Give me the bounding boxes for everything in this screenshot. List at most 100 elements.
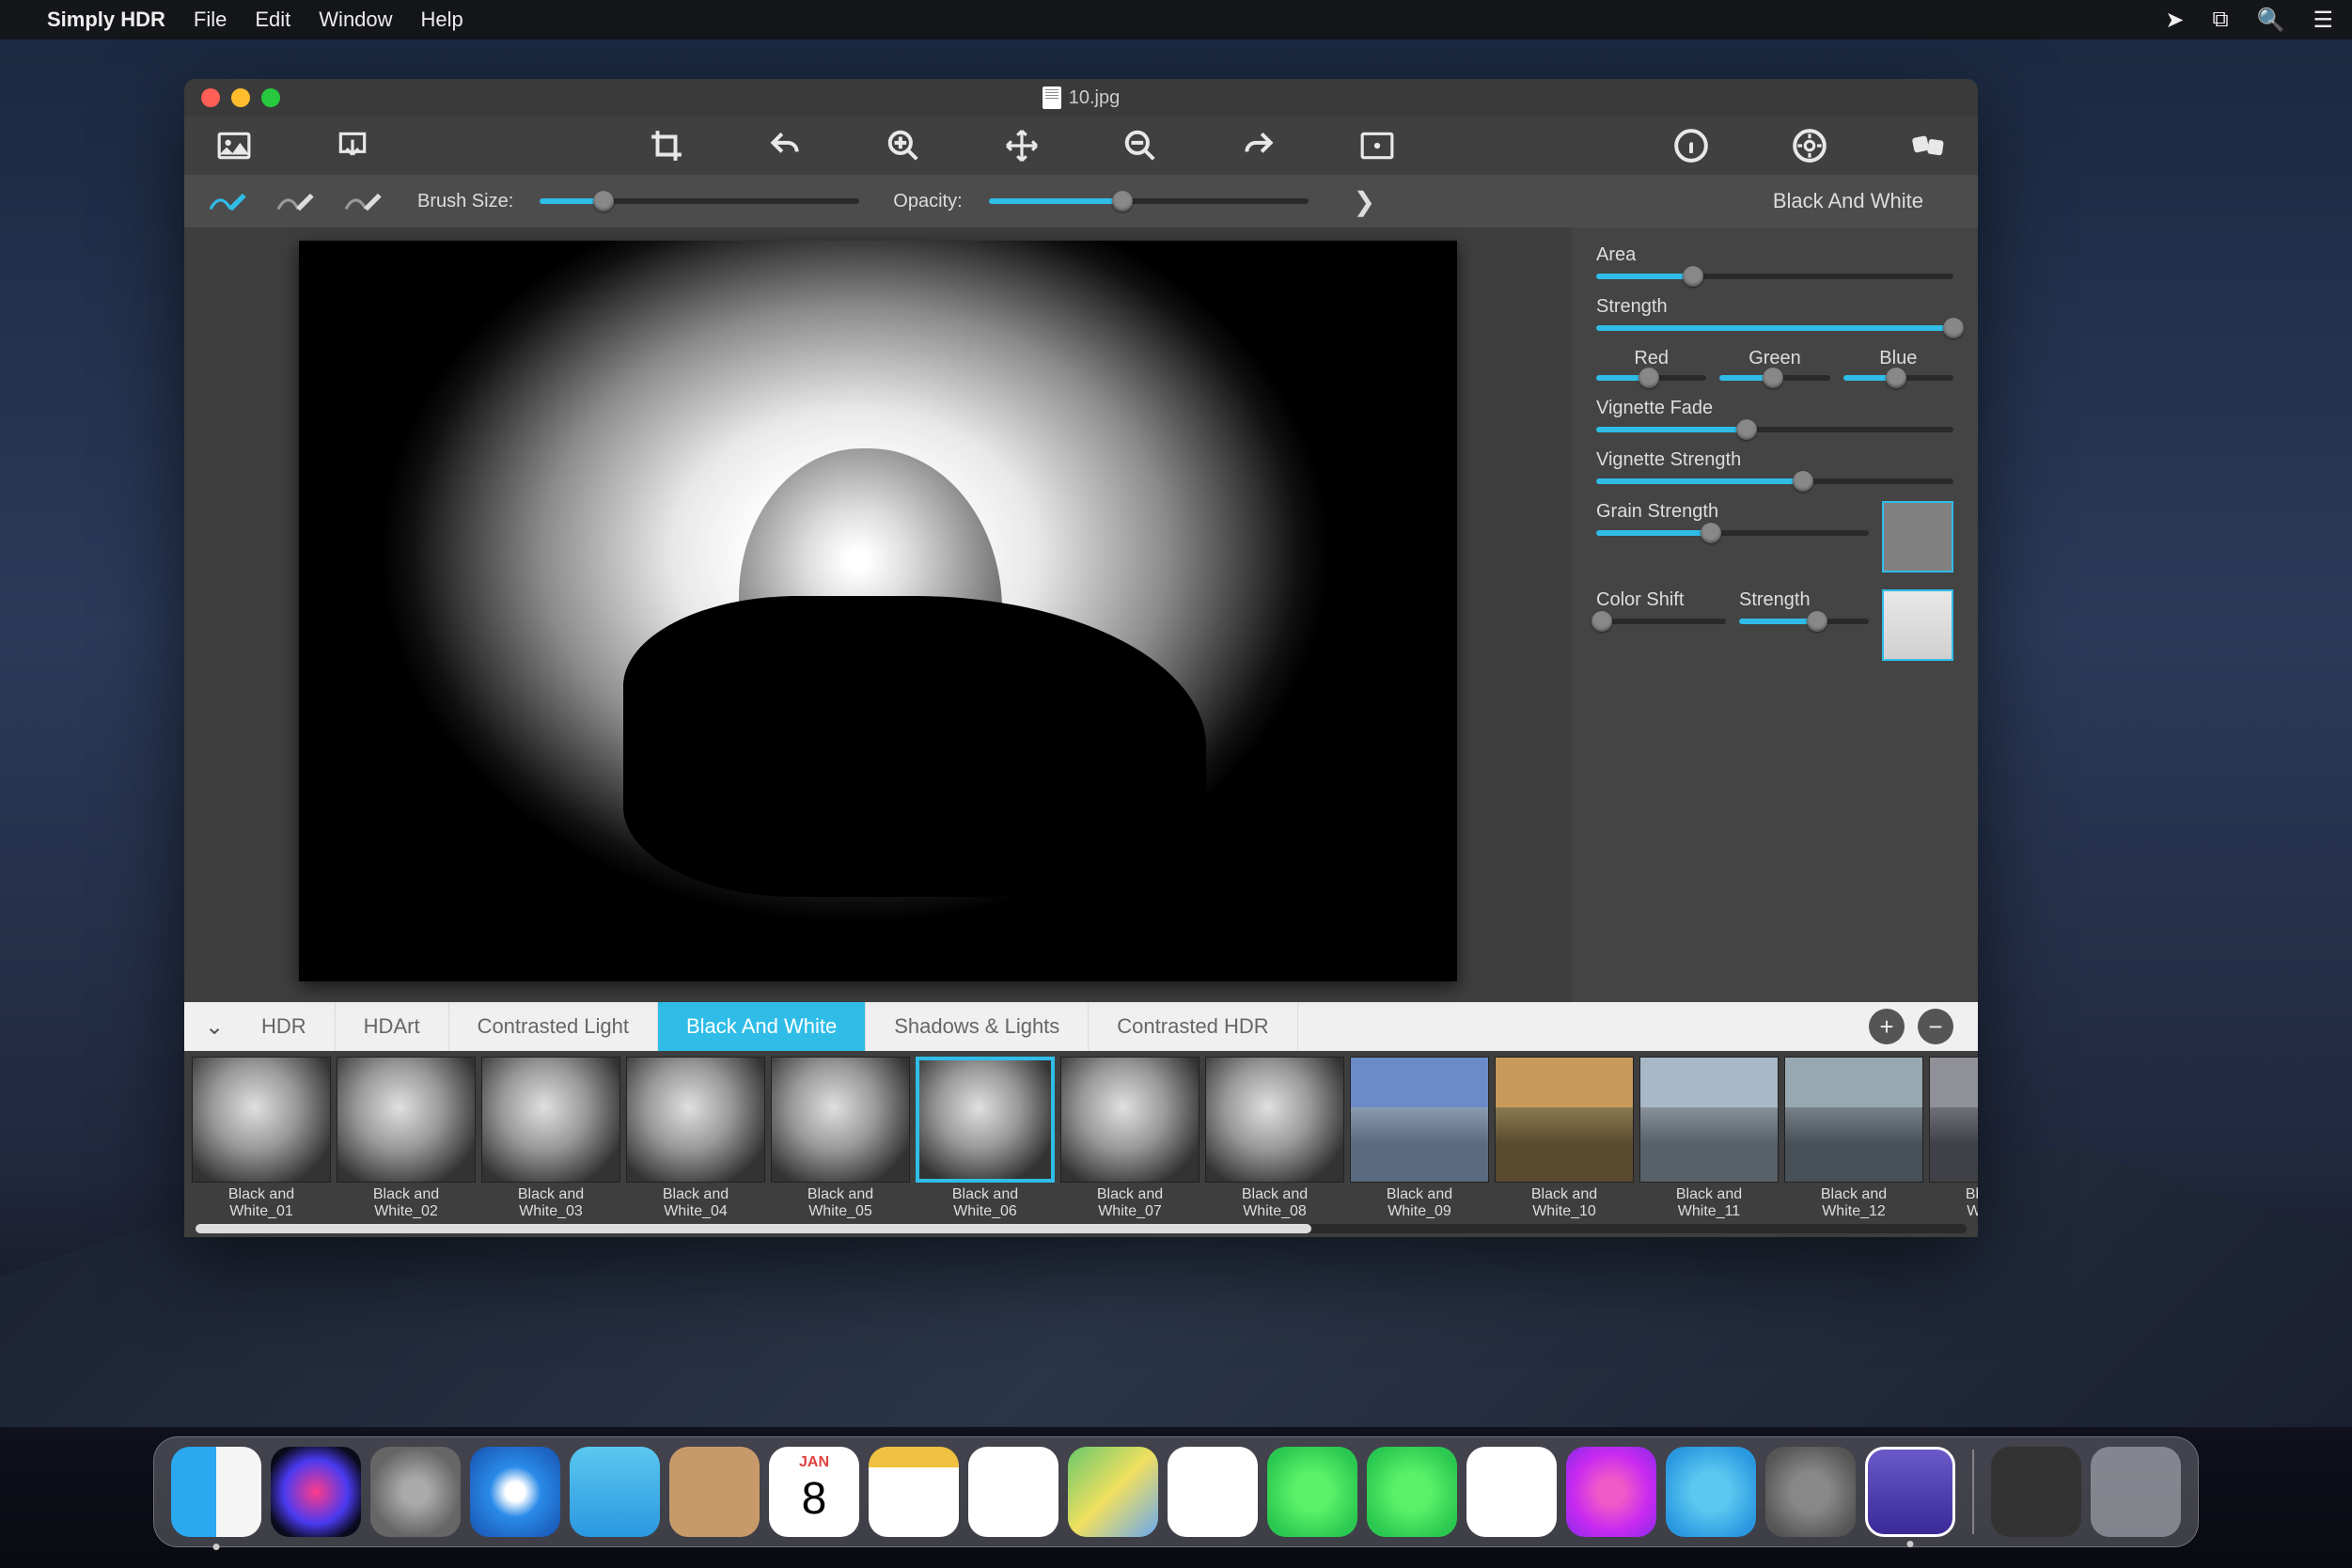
collapse-chevron-icon[interactable]: ⌄ — [196, 1013, 233, 1041]
preset-black-and-white-05[interactable]: Black and White_05 — [771, 1057, 910, 1224]
blue-slider[interactable] — [1843, 375, 1953, 381]
dock-photos[interactable] — [1168, 1447, 1258, 1537]
window-zoom-button[interactable] — [261, 88, 280, 107]
window-close-button[interactable] — [201, 88, 220, 107]
color-strength-slider[interactable] — [1739, 619, 1869, 624]
green-label: Green — [1719, 348, 1829, 369]
dock-appstore[interactable] — [1666, 1447, 1756, 1537]
tab-contrasted-light[interactable]: Contrasted Light — [449, 1002, 658, 1051]
preset-black-and-white-07[interactable]: Black and White_07 — [1060, 1057, 1200, 1224]
preset-scrollbar[interactable] — [196, 1224, 1967, 1233]
tab-shadows-lights[interactable]: Shadows & Lights — [866, 1002, 1089, 1051]
menu-edit[interactable]: Edit — [255, 8, 290, 32]
compare-icon[interactable] — [1357, 126, 1397, 165]
undo-icon[interactable] — [765, 126, 805, 165]
preset-black-and-white-10[interactable]: Black and White_10 — [1495, 1057, 1634, 1224]
brush-size-slider[interactable] — [540, 198, 859, 204]
dock-calendar[interactable] — [769, 1447, 859, 1537]
vignette-strength-slider[interactable] — [1596, 478, 1953, 484]
crop-icon[interactable] — [647, 126, 686, 165]
grain-preview[interactable] — [1882, 501, 1953, 572]
pan-icon[interactable] — [1002, 126, 1042, 165]
dock-notes[interactable] — [869, 1447, 959, 1537]
vignette-strength-label: Vignette Strength — [1596, 449, 1953, 471]
app-menu[interactable]: Simply HDR — [47, 8, 165, 32]
opacity-slider[interactable] — [989, 198, 1309, 204]
expand-chevron-icon[interactable]: ❯ — [1354, 186, 1375, 217]
dock-finder[interactable] — [171, 1447, 261, 1537]
macos-menubar: Simply HDR File Edit Window Help ➤ ⧉ 🔍 ☰ — [0, 0, 2352, 39]
preset-black-and-white-11[interactable]: Black and White_11 — [1639, 1057, 1779, 1224]
cursor-icon[interactable]: ➤ — [2165, 7, 2184, 34]
preset-black-and-white-03[interactable]: Black and White_03 — [481, 1057, 620, 1224]
dock-safari[interactable] — [470, 1447, 560, 1537]
app-window: 10.jpg Brush Size: — [184, 79, 1978, 1237]
zoom-in-icon[interactable] — [884, 126, 923, 165]
add-preset-button[interactable]: + — [1869, 1009, 1905, 1044]
area-slider[interactable] — [1596, 274, 1953, 279]
save-icon[interactable] — [333, 126, 372, 165]
dock-downloads[interactable] — [1991, 1447, 2081, 1537]
grain-strength-slider[interactable] — [1596, 530, 1869, 536]
settings-icon[interactable] — [1790, 126, 1829, 165]
open-image-icon[interactable] — [214, 126, 254, 165]
zoom-out-icon[interactable] — [1121, 126, 1160, 165]
dock-reminders[interactable] — [968, 1447, 1058, 1537]
tab-hdart[interactable]: HDArt — [336, 1002, 449, 1051]
dock-maps[interactable] — [1068, 1447, 1158, 1537]
dock-facetime[interactable] — [1367, 1447, 1457, 1537]
strength-slider[interactable] — [1596, 325, 1953, 331]
vignette-fade-slider[interactable] — [1596, 427, 1953, 432]
color-preview[interactable] — [1882, 589, 1953, 661]
menu-window[interactable]: Window — [319, 8, 392, 32]
redo-icon[interactable] — [1239, 126, 1278, 165]
remove-preset-button[interactable]: − — [1918, 1009, 1953, 1044]
color-shift-slider[interactable] — [1596, 619, 1726, 624]
blue-label: Blue — [1843, 348, 1953, 369]
preset-black-and-white-13[interactable]: Black and White_13 — [1929, 1057, 1978, 1224]
info-icon[interactable] — [1671, 126, 1711, 165]
list-icon[interactable]: ☰ — [2313, 7, 2333, 34]
random-icon[interactable] — [1908, 126, 1948, 165]
preset-tabbar: ⌄ HDRHDArtContrasted LightBlack And Whit… — [184, 1002, 1978, 1051]
dock-mail[interactable] — [570, 1447, 660, 1537]
screen-mirror-icon[interactable]: ⧉ — [2212, 7, 2228, 34]
spotlight-icon[interactable]: 🔍 — [2257, 7, 2285, 34]
adjustments-panel: Area Strength Red Green Blue Vignette Fa… — [1572, 227, 1978, 1002]
tab-hdr[interactable]: HDR — [233, 1002, 336, 1051]
dock-launchpad[interactable] — [370, 1447, 461, 1537]
preset-black-and-white-02[interactable]: Black and White_02 — [337, 1057, 476, 1224]
menu-help[interactable]: Help — [421, 8, 463, 32]
green-slider[interactable] — [1719, 375, 1829, 381]
preset-black-and-white-12[interactable]: Black and White_12 — [1784, 1057, 1923, 1224]
main-toolbar — [184, 117, 1978, 175]
menu-file[interactable]: File — [194, 8, 227, 32]
macos-dock — [153, 1436, 2199, 1547]
dock-itunes[interactable] — [1566, 1447, 1656, 1537]
tab-black-and-white[interactable]: Black And White — [658, 1002, 866, 1051]
preset-black-and-white-01[interactable]: Black and White_01 — [192, 1057, 331, 1224]
brush-tool-2-icon[interactable] — [276, 187, 316, 215]
dock-messages[interactable] — [1267, 1447, 1357, 1537]
preset-black-and-white-04[interactable]: Black and White_04 — [626, 1057, 765, 1224]
window-titlebar[interactable]: 10.jpg — [184, 79, 1978, 117]
dock-preferences[interactable] — [1765, 1447, 1856, 1537]
dock-separator — [1972, 1450, 1974, 1534]
brush-tool-3-icon[interactable] — [344, 187, 384, 215]
dock-trash[interactable] — [2091, 1447, 2181, 1537]
tab-contrasted-hdr[interactable]: Contrasted HDR — [1089, 1002, 1297, 1051]
red-slider[interactable] — [1596, 375, 1706, 381]
opacity-label: Opacity: — [893, 191, 962, 212]
dock-news[interactable] — [1466, 1447, 1557, 1537]
brush-tool-1-icon[interactable] — [209, 187, 248, 215]
dock-contacts[interactable] — [669, 1447, 760, 1537]
canvas-area[interactable] — [184, 227, 1572, 1002]
image-canvas[interactable] — [299, 241, 1457, 981]
preset-black-and-white-09[interactable]: Black and White_09 — [1350, 1057, 1489, 1224]
dock-simply-hdr[interactable] — [1865, 1447, 1955, 1537]
preset-black-and-white-08[interactable]: Black and White_08 — [1205, 1057, 1344, 1224]
brush-size-label: Brush Size: — [417, 191, 513, 212]
window-minimize-button[interactable] — [231, 88, 250, 107]
preset-black-and-white-06[interactable]: Black and White_06 — [916, 1057, 1055, 1224]
dock-siri[interactable] — [271, 1447, 361, 1537]
